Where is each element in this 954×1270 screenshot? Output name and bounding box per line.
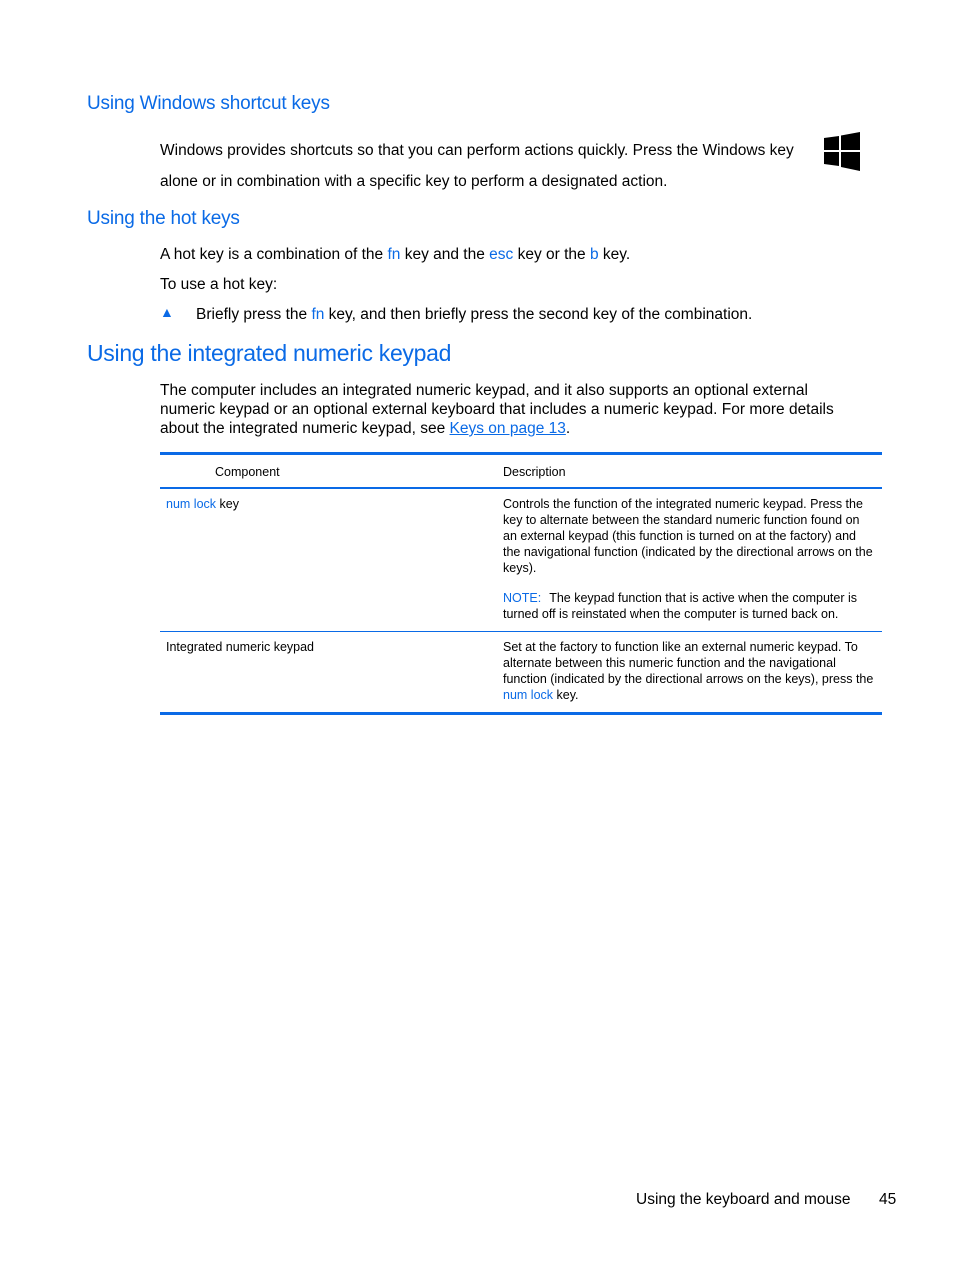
windows-shortcuts-line-2: alone or in combination with a specific …: [160, 173, 668, 190]
table-row: num lock key Controls the function of th…: [160, 488, 882, 632]
esc-key-term: esc: [489, 246, 514, 263]
text: key.: [598, 246, 631, 263]
keypad-intro-line-3: about the integrated numeric keypad, see…: [160, 419, 570, 438]
windows-logo-icon: [824, 132, 860, 171]
description-cell: Set at the factory to function like an e…: [497, 631, 882, 715]
note-text: The keypad function that is active when …: [503, 591, 858, 621]
num-lock-term: num lock: [166, 497, 217, 511]
text: key and the: [400, 246, 490, 263]
table-header-row: Component Description: [160, 453, 882, 489]
description-text: Controls the function of the integrated …: [503, 497, 873, 575]
windows-shortcuts-line-1: Windows provides shortcuts so that you c…: [160, 142, 794, 159]
keypad-intro-line-1: The computer includes an integrated nume…: [160, 382, 808, 399]
text: Set at the factory to function like an e…: [503, 640, 874, 686]
text: .: [565, 420, 571, 437]
heading-windows-shortcut-keys: Using Windows shortcut keys: [87, 93, 330, 114]
heading-hot-keys: Using the hot keys: [87, 208, 240, 229]
b-key-term: b: [589, 246, 599, 263]
heading-integrated-numeric-keypad: Using the integrated numeric keypad: [87, 340, 452, 366]
text: key, and then briefly press the second k…: [324, 306, 753, 323]
text: about the integrated numeric keypad, see: [160, 420, 450, 437]
note: NOTE: The keypad function that is active …: [503, 590, 876, 622]
component-cell: num lock key: [160, 488, 497, 632]
keypad-components-table: Component Description num lock key Contr…: [160, 452, 882, 715]
fn-key-term: fn: [311, 306, 325, 323]
note-label: NOTE:: [503, 591, 542, 605]
column-header-component: Component: [160, 453, 497, 489]
component-cell: Integrated numeric keypad: [160, 631, 497, 715]
hot-key-step: Briefly press the fn key, and then brief…: [196, 305, 752, 324]
column-header-description: Description: [497, 453, 882, 489]
text: key: [216, 497, 239, 511]
fn-key-term: fn: [387, 246, 401, 263]
description-cell: Controls the function of the integrated …: [497, 488, 882, 632]
num-lock-term: num lock: [503, 688, 554, 702]
text: Briefly press the: [196, 306, 312, 323]
hot-key-definition: A hot key is a combination of the fn key…: [160, 245, 630, 264]
table-row: Integrated numeric keypad Set at the fac…: [160, 631, 882, 715]
footer-chapter-title: Using the keyboard and mouse: [636, 1191, 851, 1208]
keys-page-link[interactable]: Keys on page 13: [450, 420, 566, 437]
text: key.: [553, 688, 579, 702]
keypad-intro-line-2: numeric keypad or an optional external k…: [160, 401, 834, 418]
hot-key-intro: To use a hot key:: [160, 276, 278, 293]
page-number: 45: [879, 1191, 897, 1208]
text: A hot key is a combination of the: [160, 246, 388, 263]
text: key or the: [513, 246, 590, 263]
triangle-bullet-icon: ▲: [160, 304, 174, 320]
